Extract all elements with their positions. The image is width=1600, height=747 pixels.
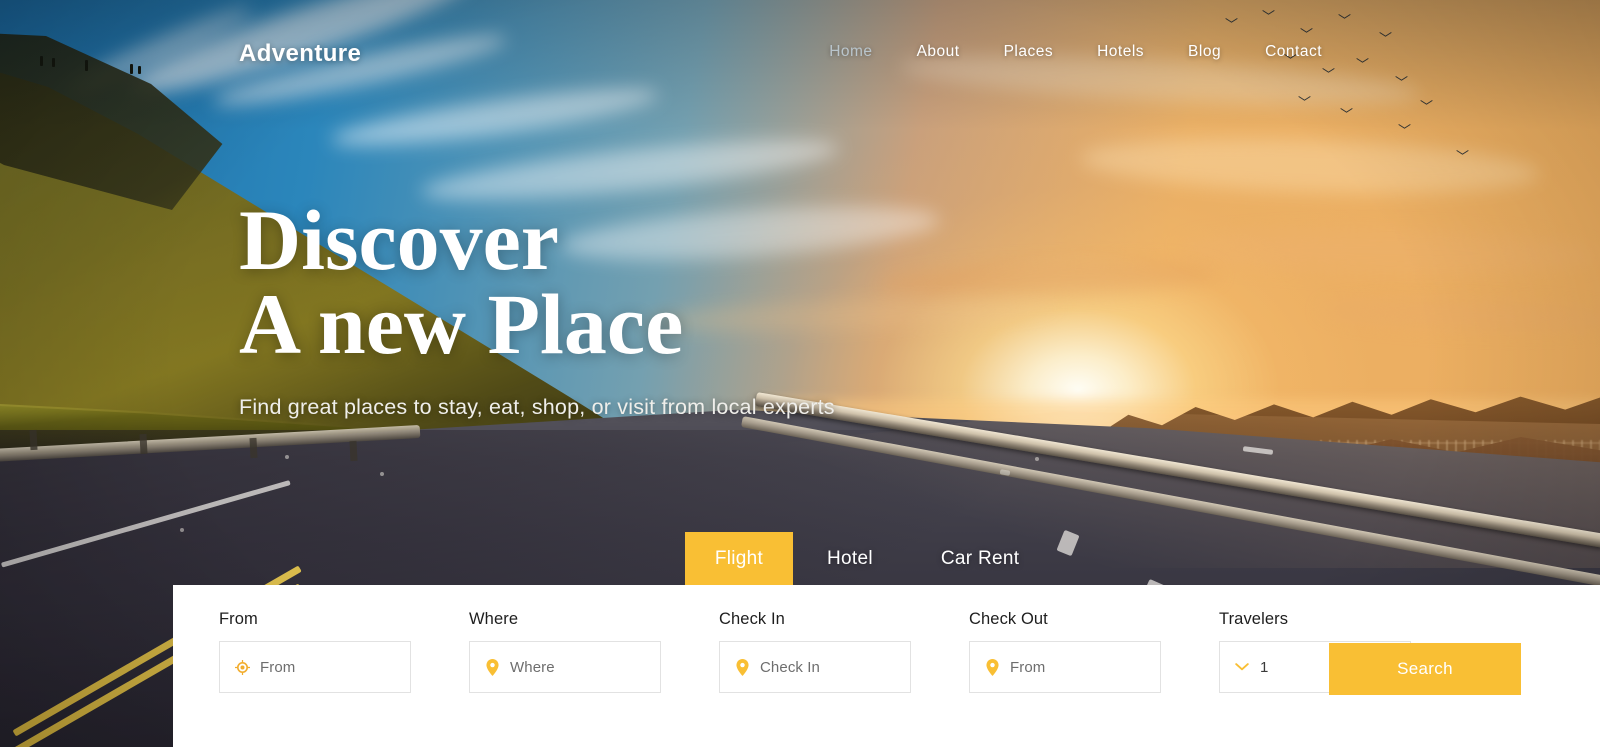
check-in-input-value: Check In: [760, 658, 820, 676]
nav-link-places[interactable]: Places: [1004, 43, 1054, 61]
field-from: From From: [219, 610, 411, 693]
field-check-out: Check Out From: [969, 610, 1161, 693]
where-input-value: Where: [510, 658, 555, 676]
field-label-where: Where: [469, 610, 519, 628]
field-label-check-in: Check In: [719, 610, 785, 628]
hero-text-block: Discover A new Place Find great places t…: [239, 192, 835, 420]
field-label-travelers: Travelers: [1219, 610, 1289, 628]
field-check-in: Check In Check In: [719, 610, 911, 693]
booking-type-tabs: Flight Hotel Car Rent: [685, 532, 1053, 585]
search-panel: From From Where Where Check In Check In …: [173, 585, 1600, 747]
search-fields: From From Where Where Check In Check In …: [219, 610, 1411, 693]
tab-hotel[interactable]: Hotel: [793, 532, 907, 585]
nav-link-about[interactable]: About: [917, 43, 960, 61]
nav-link-home[interactable]: Home: [829, 43, 872, 61]
search-button[interactable]: Search: [1329, 643, 1521, 695]
landing-page: ﹀ ﹀ ﹀ ﹀ ﹀ ﹀ ﹀ ﹀ ﹀ ﹀ ﹀ ﹀ ﹀ ﹀: [0, 0, 1600, 747]
hero-subtitle: Find great places to stay, eat, shop, or…: [239, 394, 835, 419]
tab-flight[interactable]: Flight: [685, 532, 793, 585]
map-pin-icon: [984, 658, 1000, 676]
nav-link-contact[interactable]: Contact: [1265, 43, 1322, 61]
nav-link-hotels[interactable]: Hotels: [1097, 43, 1144, 61]
main-navigation: Home About Places Hotels Blog Contact: [829, 43, 1322, 61]
map-pin-icon: [734, 658, 750, 676]
field-label-from: From: [219, 610, 258, 628]
navbar: Adventure Home About Places Hotels Blog …: [0, 0, 1600, 108]
travelers-value: 1: [1260, 658, 1269, 676]
hero-title: Discover A new Place: [239, 192, 684, 373]
map-pin-icon: [484, 658, 500, 676]
nav-link-blog[interactable]: Blog: [1188, 43, 1221, 61]
gps-target-icon: [234, 658, 250, 676]
check-in-input[interactable]: Check In: [719, 641, 911, 693]
from-input-value: From: [260, 658, 296, 676]
where-input[interactable]: Where: [469, 641, 661, 693]
tab-car-rent[interactable]: Car Rent: [907, 532, 1053, 585]
field-where: Where Where: [469, 610, 661, 693]
check-out-input[interactable]: From: [969, 641, 1161, 693]
field-label-check-out: Check Out: [969, 610, 1048, 628]
check-out-input-value: From: [1010, 658, 1046, 676]
chevron-down-icon: [1234, 658, 1250, 676]
from-input[interactable]: From: [219, 641, 411, 693]
brand-logo[interactable]: Adventure: [239, 40, 361, 68]
